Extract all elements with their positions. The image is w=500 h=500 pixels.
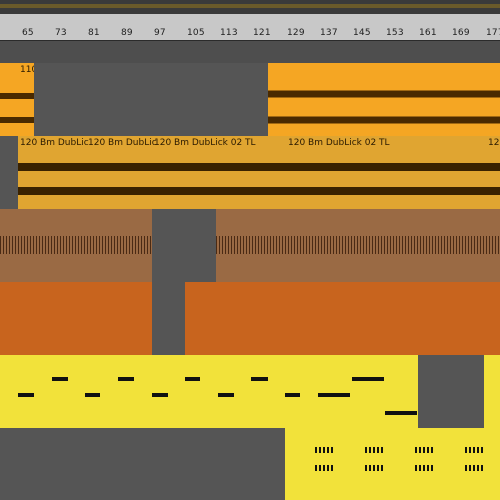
waveform bbox=[268, 90, 500, 124]
bar-number: 137 bbox=[320, 28, 338, 38]
midi-clip[interactable] bbox=[484, 355, 500, 428]
bar-number: 129 bbox=[287, 28, 305, 38]
track-4-lane[interactable] bbox=[0, 282, 500, 355]
audio-clip[interactable] bbox=[0, 282, 152, 355]
arrangement-view: 65 73 81 89 97 105 113 121 129 137 145 1… bbox=[0, 0, 500, 500]
track-1-gap bbox=[0, 41, 500, 63]
bar-number: 105 bbox=[187, 28, 205, 38]
audio-clip[interactable]: 120 Bm DubLic 120 Bm DubLic 120 Bm DubLi… bbox=[18, 136, 500, 209]
audio-clip[interactable]: 110 bbox=[0, 63, 34, 136]
clip-name: 120 Bm DubLick 02 TL bbox=[288, 138, 390, 148]
audio-clip[interactable] bbox=[216, 209, 500, 282]
overview-strip bbox=[0, 4, 500, 8]
midi-clip[interactable] bbox=[0, 355, 418, 428]
audio-clip[interactable] bbox=[185, 282, 500, 355]
bar-number: 177 bbox=[486, 28, 500, 38]
bar-number: 113 bbox=[220, 28, 238, 38]
waveform bbox=[0, 236, 152, 254]
bar-number: 89 bbox=[121, 28, 133, 38]
bar-number: 153 bbox=[386, 28, 404, 38]
midi-clip[interactable] bbox=[285, 428, 500, 500]
track-2-lane[interactable]: 120 Bm DubLic 120 Bm DubLic 120 Bm DubLi… bbox=[0, 136, 500, 209]
beat-time-ruler[interactable]: 65 73 81 89 97 105 113 121 129 137 145 1… bbox=[0, 14, 500, 41]
audio-clip[interactable] bbox=[268, 63, 500, 136]
bar-number: 169 bbox=[452, 28, 470, 38]
arrangement-overview[interactable] bbox=[0, 0, 500, 15]
midi-notes bbox=[18, 377, 417, 415]
track-3-lane[interactable] bbox=[0, 209, 500, 282]
track-1-lane[interactable]: 110 bbox=[0, 63, 500, 136]
bar-number: 73 bbox=[55, 28, 67, 38]
waveform bbox=[216, 236, 500, 254]
clip-name: 120 bbox=[488, 138, 500, 148]
bar-number: 145 bbox=[353, 28, 371, 38]
clip-name: 110 bbox=[20, 65, 34, 75]
bar-number: 81 bbox=[88, 28, 100, 38]
bar-number: 65 bbox=[22, 28, 34, 38]
bar-number: 121 bbox=[253, 28, 271, 38]
bar-number: 161 bbox=[419, 28, 437, 38]
track-5-lane[interactable] bbox=[0, 355, 500, 428]
bar-number: 97 bbox=[154, 28, 166, 38]
midi-notes bbox=[315, 447, 483, 471]
audio-clip[interactable] bbox=[0, 209, 152, 282]
track-6-lane[interactable] bbox=[0, 428, 500, 500]
